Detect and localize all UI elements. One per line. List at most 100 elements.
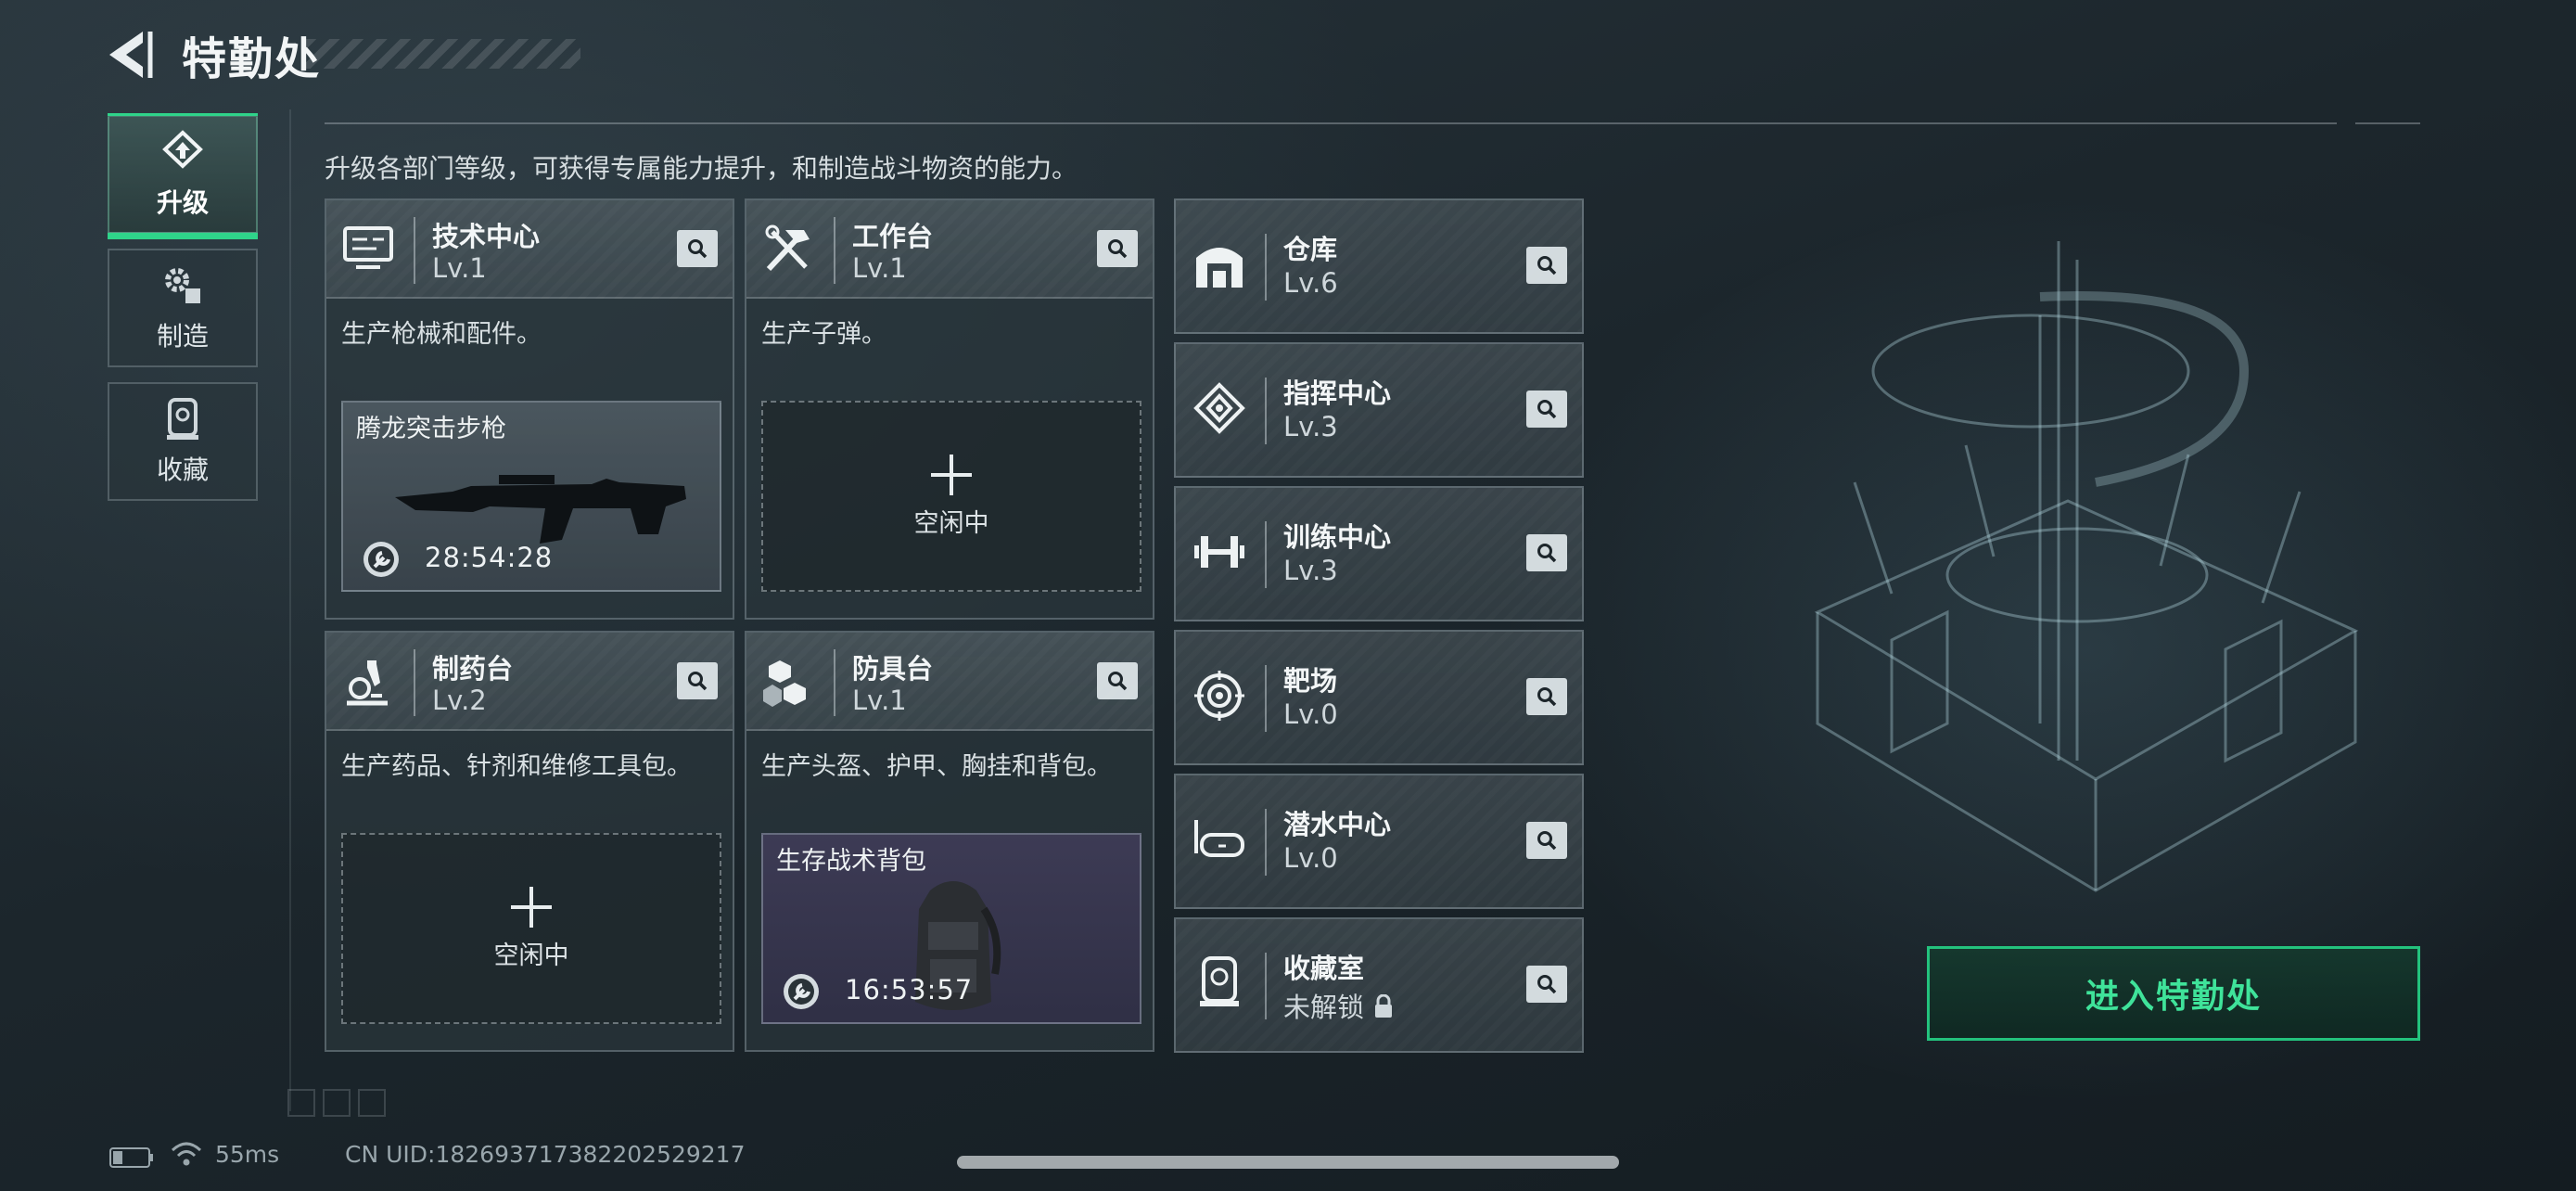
facility-name: 指挥中心 <box>1283 378 1392 409</box>
facility-level: Lv.3 <box>1283 555 1338 586</box>
search-icon <box>1108 672 1128 691</box>
target-icon <box>1194 671 1244 721</box>
pharmacy-icon <box>347 660 388 706</box>
department-name: 防具台 <box>852 653 934 685</box>
home-indicator[interactable] <box>957 1156 1619 1169</box>
enter-special-ops-button[interactable]: 进入特勤处 <box>1927 946 2420 1041</box>
search-icon <box>1537 687 1557 707</box>
nav-label: 制造 <box>156 321 209 352</box>
game-screen: 特勤处 升级 制造 收藏 升级各部门等级，可获得专属能力提升，和制造战斗物资的能… <box>0 0 2576 1191</box>
plus-icon <box>931 454 972 495</box>
department-card-armor-bench[interactable]: 防具台 Lv.1 生产头盔、护甲、胸挂和背包。 生存战术背包 16:53:57 <box>745 631 1154 1052</box>
inspect-button[interactable] <box>1526 247 1567 284</box>
item-name: 腾龙突击步枪 <box>356 415 506 443</box>
inspect-button[interactable] <box>1526 391 1567 428</box>
intro-text: 升级各部门等级，可获得专属能力提升，和制造战斗物资的能力。 <box>325 153 1078 184</box>
department-description: 生产子弹。 <box>761 320 886 349</box>
card-header: 工作台 Lv.1 <box>746 200 1153 299</box>
tech-center-icon <box>343 226 393 269</box>
production-timer: 16:53:57 <box>845 974 974 1005</box>
collection-icon <box>167 398 198 440</box>
armor-bench-icon <box>763 660 806 707</box>
inspect-button[interactable] <box>1097 230 1138 267</box>
facility-level: Lv.0 <box>1283 698 1338 730</box>
nav-tab-craft[interactable]: 制造 <box>108 249 258 367</box>
nav-label: 收藏 <box>156 455 209 485</box>
inspect-button[interactable] <box>677 662 718 699</box>
production-timer: 28:54:28 <box>425 542 554 573</box>
production-slot[interactable]: 腾龙突击步枪 28:54:28 <box>341 401 721 592</box>
card-header: 技术中心 Lv.1 <box>326 200 733 299</box>
search-icon <box>1537 975 1557 994</box>
divider <box>289 109 291 1111</box>
search-icon <box>1537 400 1557 419</box>
search-icon <box>1108 239 1128 259</box>
plus-icon <box>511 886 552 928</box>
department-name: 工作台 <box>852 221 934 252</box>
department-card-workbench[interactable]: 工作台 Lv.1 生产子弹。 空闲中 <box>745 198 1154 620</box>
department-card-tech-center[interactable]: 技术中心 Lv.1 生产枪械和配件。 腾龙突击步枪 28:54:28 <box>325 198 734 620</box>
wifi-icon <box>171 1142 202 1166</box>
page-title: 特勤处 <box>182 33 322 85</box>
inspect-button[interactable] <box>1526 822 1567 859</box>
department-description: 生产头盔、护甲、胸挂和背包。 <box>761 752 1112 781</box>
idle-label: 空闲中 <box>913 508 989 538</box>
nav-tab-collection[interactable]: 收藏 <box>108 382 258 501</box>
card-header: 制药台 Lv.2 <box>326 633 733 731</box>
title-decoration <box>306 39 580 69</box>
divider <box>2355 122 2420 124</box>
production-slot-empty[interactable]: 空闲中 <box>761 401 1141 592</box>
search-icon <box>1537 831 1557 851</box>
facility-name: 仓库 <box>1283 234 1338 265</box>
department-name: 制药台 <box>432 653 514 685</box>
wrench-timer-icon <box>784 974 819 1009</box>
facility-card-diving-center[interactable]: 潜水中心 Lv.0 <box>1174 774 1584 909</box>
nav-tab-upgrade[interactable]: 升级 <box>108 113 258 239</box>
user-uid: CN UID:1826937173822025292​17 <box>345 1141 746 1168</box>
wrench-timer-icon <box>363 542 399 577</box>
inspect-button[interactable] <box>1097 662 1138 699</box>
collection-room-icon <box>1200 956 1239 1006</box>
inspect-button[interactable] <box>1526 966 1567 1003</box>
search-icon <box>688 672 708 691</box>
dumbbell-icon <box>1194 536 1244 568</box>
inspect-button[interactable] <box>1526 534 1567 571</box>
facility-level: Lv.0 <box>1283 842 1338 874</box>
facility-name: 潜水中心 <box>1283 809 1392 840</box>
warehouse-icon <box>1196 248 1243 288</box>
facility-level: Lv.3 <box>1283 411 1338 442</box>
department-description: 生产枪械和配件。 <box>341 320 542 349</box>
department-level: Lv.1 <box>852 685 907 716</box>
search-icon <box>688 239 708 259</box>
upgrade-icon <box>162 130 203 169</box>
facility-card-command-center[interactable]: 指挥中心 Lv.3 <box>1174 342 1584 478</box>
card-header: 防具台 Lv.1 <box>746 633 1153 731</box>
base-hologram-image <box>1814 241 2359 892</box>
facility-card-shooting-range[interactable]: 靶场 Lv.0 <box>1174 630 1584 765</box>
facility-card-collection-room[interactable]: 收藏室 未解锁 <box>1174 917 1584 1053</box>
diving-mask-icon <box>1194 820 1244 857</box>
inspect-button[interactable] <box>677 230 718 267</box>
production-slot[interactable]: 生存战术背包 16:53:57 <box>761 833 1141 1024</box>
inspect-button[interactable] <box>1526 678 1567 715</box>
department-level: Lv.1 <box>852 252 907 284</box>
ping-indicator: 55ms <box>215 1141 280 1168</box>
locked-status: 未解锁 <box>1283 992 1365 1023</box>
search-icon <box>1537 256 1557 275</box>
department-level: Lv.1 <box>432 252 487 284</box>
facility-level: 未解锁 <box>1283 986 1394 1025</box>
search-icon <box>1537 544 1557 563</box>
gears-icon <box>165 268 200 303</box>
department-level: Lv.2 <box>432 685 487 716</box>
facility-card-training-center[interactable]: 训练中心 Lv.3 <box>1174 486 1584 621</box>
back-arrow-icon[interactable] <box>102 28 159 82</box>
facility-card-warehouse[interactable]: 仓库 Lv.6 <box>1174 198 1584 334</box>
assault-rifle-image <box>395 475 686 544</box>
idle-label: 空闲中 <box>493 941 569 970</box>
production-slot-empty[interactable]: 空闲中 <box>341 833 721 1024</box>
lock-icon <box>1375 994 1393 1018</box>
department-name: 技术中心 <box>432 221 541 252</box>
battery-icon <box>109 1147 153 1168</box>
facility-name: 收藏室 <box>1283 953 1365 984</box>
department-card-pharmacy[interactable]: 制药台 Lv.2 生产药品、针剂和维修工具包。 空闲中 <box>325 631 734 1052</box>
